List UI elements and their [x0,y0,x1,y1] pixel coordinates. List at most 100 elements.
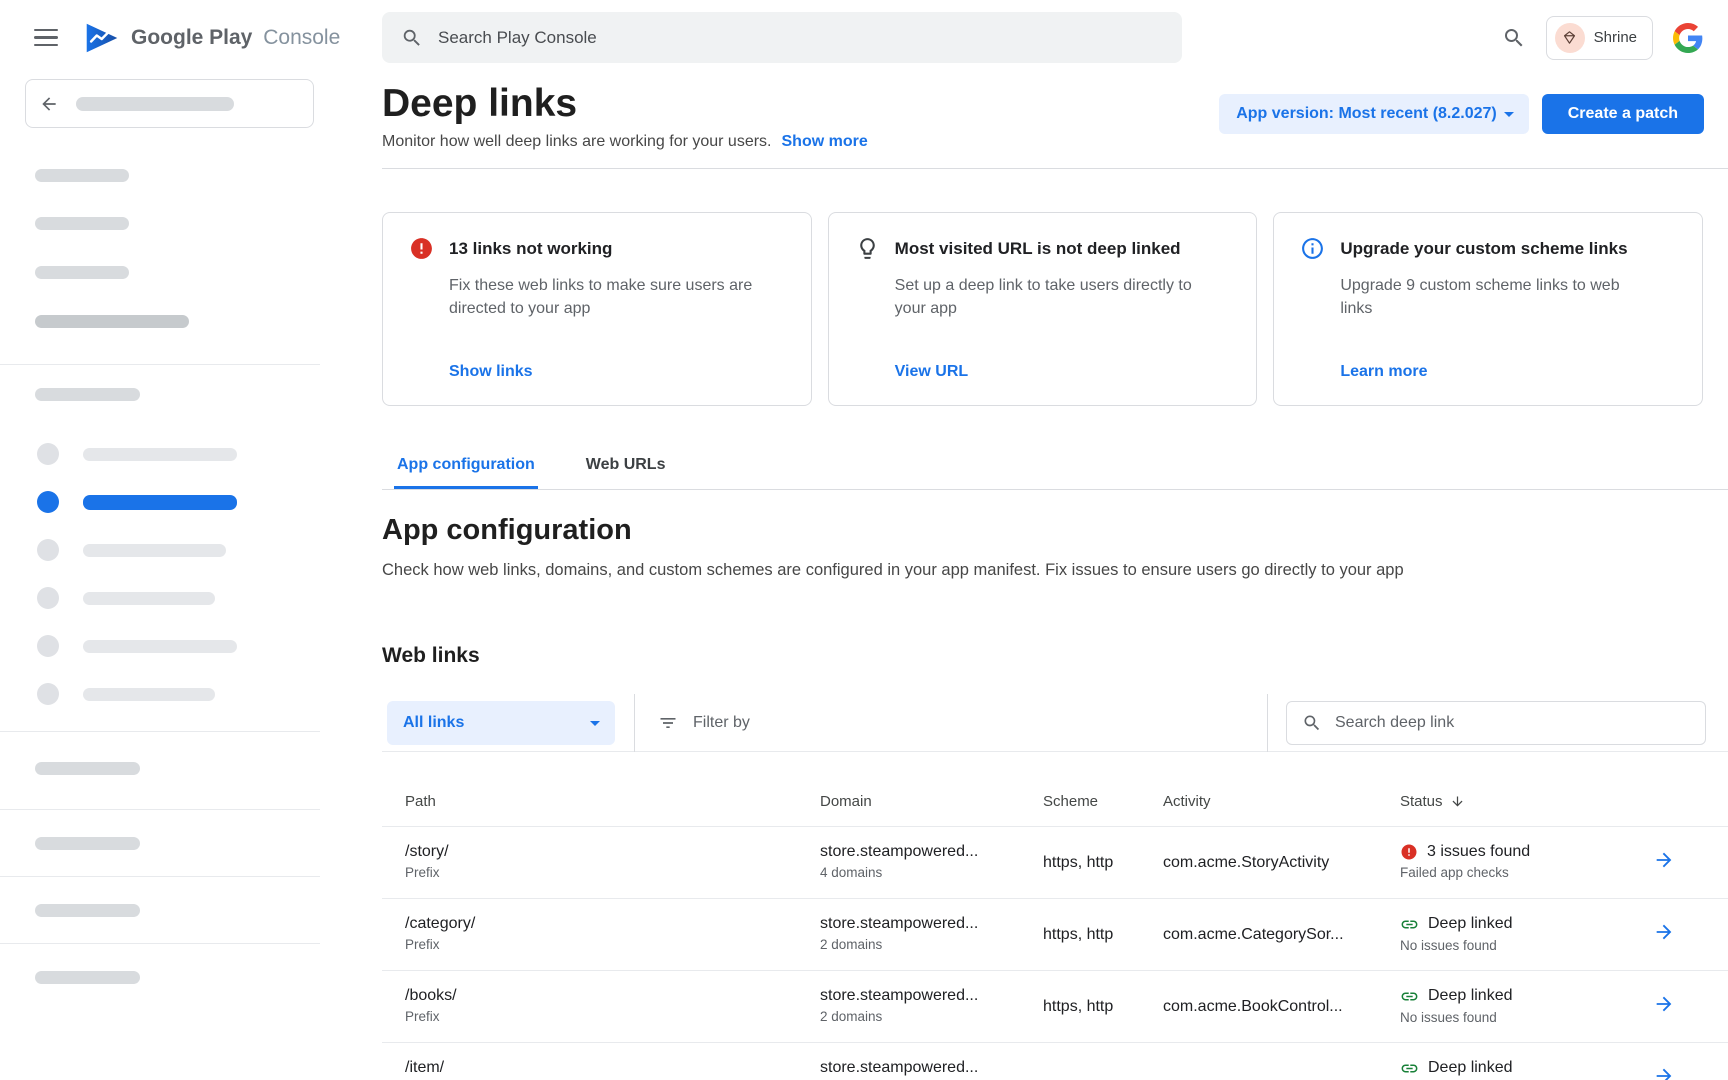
menu-icon[interactable] [34,29,58,47]
play-console-logo[interactable]: Google Play Console [84,22,340,54]
card-upgrade-scheme-links: Upgrade your custom scheme links Upgrade… [1273,212,1703,406]
sidebar-nav-item[interactable] [0,539,320,561]
row-activity: com.acme.StoryActivity [1163,854,1400,872]
status-header-label: Status [1400,793,1443,810]
deep-linked-icon [1400,915,1419,934]
app-switcher-chip[interactable]: Shrine [1546,16,1653,60]
row-scheme: https, http [1043,998,1163,1016]
logo-secondary: Console [263,26,340,49]
global-search[interactable] [382,12,1182,63]
table-row[interactable]: /item/ store.steampowered... Deep linked [382,1043,1728,1080]
row-domain: store.steampowered... [820,987,1043,1005]
create-patch-button[interactable]: Create a patch [1542,94,1704,134]
row-scheme: https, http [1043,854,1163,872]
section-description: Check how web links, domains, and custom… [382,561,1728,580]
app-version-dropdown[interactable]: App version: Most recent (8.2.027) [1219,94,1529,134]
row-detail-arrow-icon[interactable] [1653,1065,1675,1080]
app-version-label: App version: Most recent (8.2.027) [1236,105,1497,123]
app-chip-label: Shrine [1594,29,1637,46]
divider [382,168,1728,169]
show-links-link[interactable]: Show links [449,363,785,381]
sidebar-nav-item-active[interactable] [0,491,320,513]
card-body: Set up a deep link to take users directl… [895,274,1200,320]
topbar: Google Play Console Shrine [0,0,1728,75]
skeleton-bar [35,169,129,182]
skeleton-bar [35,762,140,775]
column-header-status[interactable]: Status [1400,793,1648,810]
tab-app-configuration[interactable]: App configuration [394,456,538,489]
card-title: 13 links not working [449,236,612,261]
links-filter-dropdown-icon [583,711,607,735]
web-links-table: Path Domain Scheme Activity Status /stor… [382,777,1728,1080]
card-body: Fix these web links to make sure users a… [449,274,754,320]
google-g-icon [1673,23,1703,53]
skeleton-bar [35,837,140,850]
skeleton-bar [35,266,129,279]
filter-by-label: Filter by [693,714,750,732]
table-row[interactable]: /story/ Prefix store.steampowered... 4 d… [382,827,1728,899]
column-header-scheme: Scheme [1043,793,1163,810]
back-button[interactable] [25,79,314,128]
row-domain-count: 2 domains [820,1009,1043,1026]
column-header-activity: Activity [1163,793,1400,810]
divider [0,943,320,944]
header-actions: App version: Most recent (8.2.027) Creat… [1219,94,1728,134]
column-header-domain: Domain [820,793,1043,810]
row-status-detail: No issues found [1400,938,1648,955]
row-path-type: Prefix [405,865,820,882]
links-filter-dropdown[interactable]: All links [387,701,615,745]
filter-icon [658,713,678,733]
nav-item-icon-placeholder [37,443,59,465]
divider [1267,694,1268,752]
filter-by-button[interactable]: Filter by [635,713,1267,733]
back-arrow-icon [39,94,59,114]
skeleton-bar [83,544,226,557]
page-header: Deep links Monitor how well deep links a… [382,75,1728,151]
view-url-link[interactable]: View URL [895,363,1231,381]
row-detail-arrow-icon[interactable] [1653,849,1675,871]
shrine-diamond-icon [1561,29,1578,46]
deep-linked-icon [1400,1059,1419,1078]
google-account-avatar[interactable] [1673,23,1703,53]
section-title: App configuration [382,514,1728,547]
card-most-visited-url: Most visited URL is not deep linked Set … [828,212,1258,406]
tab-web-urls[interactable]: Web URLs [583,456,669,489]
learn-more-link[interactable]: Learn more [1340,363,1676,381]
sort-descending-icon [1450,794,1465,809]
nav-item-icon-placeholder [37,491,59,513]
row-path-type: Prefix [405,937,820,954]
sidebar-nav-item[interactable] [0,587,320,609]
global-search-input[interactable] [438,28,1163,48]
row-domain: store.steampowered... [820,843,1043,861]
row-domain-count: 2 domains [820,937,1043,954]
deep-link-search-input[interactable] [1335,714,1690,732]
skeleton-bar [83,688,215,701]
page-title: Deep links [382,83,868,125]
error-icon [409,236,434,261]
sidebar-nav-item[interactable] [0,443,320,465]
sidebar [0,75,320,1080]
table-row[interactable]: /category/ Prefix store.steampowered... … [382,899,1728,971]
row-domain-count: 4 domains [820,865,1043,882]
table-row[interactable]: /books/ Prefix store.steampowered... 2 d… [382,971,1728,1043]
shrine-app-avatar [1555,23,1585,53]
row-detail-arrow-icon[interactable] [1653,921,1675,943]
main-content: Deep links Monitor how well deep links a… [320,75,1728,1080]
topbar-search-icon[interactable] [1502,26,1526,50]
nav-item-icon-placeholder [37,587,59,609]
logo-primary: Google Play [131,26,252,49]
card-body: Upgrade 9 custom scheme links to web lin… [1340,274,1645,320]
divider [0,876,320,877]
row-detail-arrow-icon[interactable] [1653,993,1675,1015]
card-links-not-working: 13 links not working Fix these web links… [382,212,812,406]
sidebar-nav-item[interactable] [0,635,320,657]
deep-link-search[interactable] [1286,701,1706,745]
row-path: /item/ [405,1059,820,1077]
skeleton-bar [83,448,237,461]
deep-linked-icon [1400,987,1419,1006]
sidebar-nav-item[interactable] [0,683,320,705]
skeleton-bar [35,217,129,230]
topbar-right: Shrine [1502,16,1728,60]
row-path-type: Prefix [405,1009,820,1026]
show-more-link[interactable]: Show more [782,133,868,151]
